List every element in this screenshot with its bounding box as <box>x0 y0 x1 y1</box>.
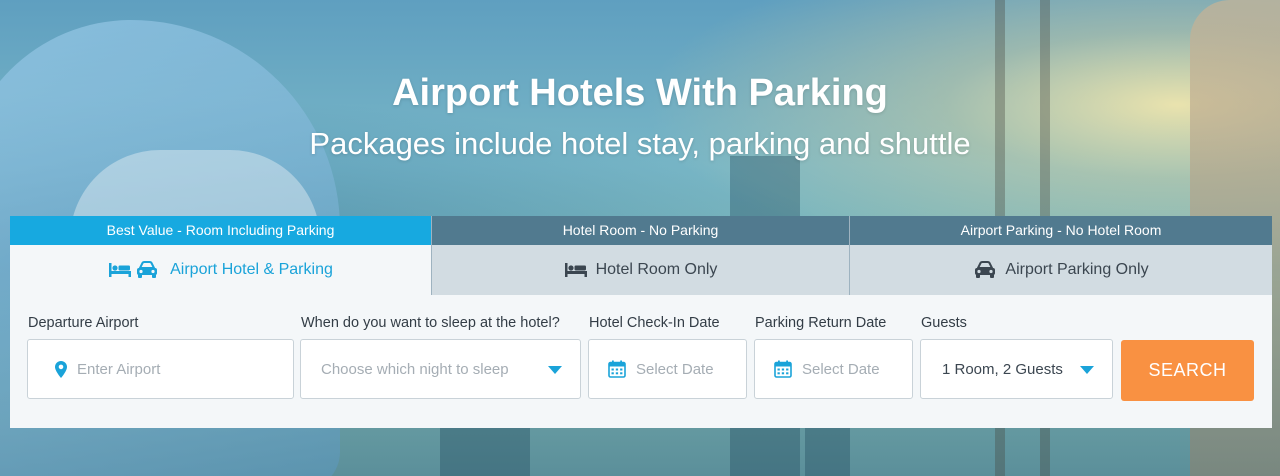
tab-header: Hotel Room - No Parking <box>432 216 849 245</box>
parking-return-date-input[interactable]: Select Date <box>754 339 913 399</box>
map-pin-icon <box>55 360 67 378</box>
page-title: Airport Hotels With Parking <box>392 72 888 114</box>
tab-label: Hotel Room Only <box>595 261 718 278</box>
chevron-down-icon <box>1080 366 1094 374</box>
sleep-night-select[interactable]: Choose which night to sleep <box>300 339 581 399</box>
sleep-night-label: When do you want to sleep at the hotel? <box>301 315 560 331</box>
tab-label: Airport Hotel & Parking <box>170 261 333 278</box>
search-form: Departure Airport Enter Airport When do … <box>10 295 1272 428</box>
checkin-date-placeholder: Select Date <box>636 360 714 378</box>
tab-hotel-and-parking[interactable]: Best Value - Room Including Parking Airp… <box>10 216 431 295</box>
departure-airport-label: Departure Airport <box>28 315 139 331</box>
page-subtitle: Packages include hotel stay, parking and… <box>309 126 971 161</box>
car-icon <box>975 261 996 278</box>
tab-header: Airport Parking - No Hotel Room <box>850 216 1272 245</box>
checkin-date-label: Hotel Check-In Date <box>589 315 720 331</box>
package-tabs: Best Value - Room Including Parking Airp… <box>10 216 1272 295</box>
parking-return-placeholder: Select Date <box>802 360 880 378</box>
tab-parking-only[interactable]: Airport Parking - No Hotel Room Airport … <box>850 216 1272 295</box>
sleep-night-placeholder: Choose which night to sleep <box>321 360 509 378</box>
tab-label: Airport Parking Only <box>1005 261 1149 278</box>
car-icon <box>137 261 158 278</box>
chevron-down-icon <box>548 366 562 374</box>
tab-header: Best Value - Room Including Parking <box>10 216 431 245</box>
checkin-date-input[interactable]: Select Date <box>588 339 747 399</box>
calendar-icon <box>774 360 792 378</box>
search-button[interactable]: SEARCH <box>1121 340 1254 401</box>
tab-hotel-room-only[interactable]: Hotel Room - No Parking Hotel Room Only <box>431 216 850 295</box>
bed-icon <box>564 263 587 277</box>
departure-airport-placeholder: Enter Airport <box>77 360 161 378</box>
bed-icon <box>109 263 132 277</box>
guests-label: Guests <box>921 315 967 331</box>
parking-return-label: Parking Return Date <box>755 315 887 331</box>
calendar-icon <box>608 360 626 378</box>
guests-value: 1 Room, 2 Guests <box>942 360 1063 378</box>
departure-airport-input[interactable]: Enter Airport <box>27 339 294 399</box>
guests-select[interactable]: 1 Room, 2 Guests <box>920 339 1113 399</box>
search-widget: Best Value - Room Including Parking Airp… <box>10 216 1272 428</box>
